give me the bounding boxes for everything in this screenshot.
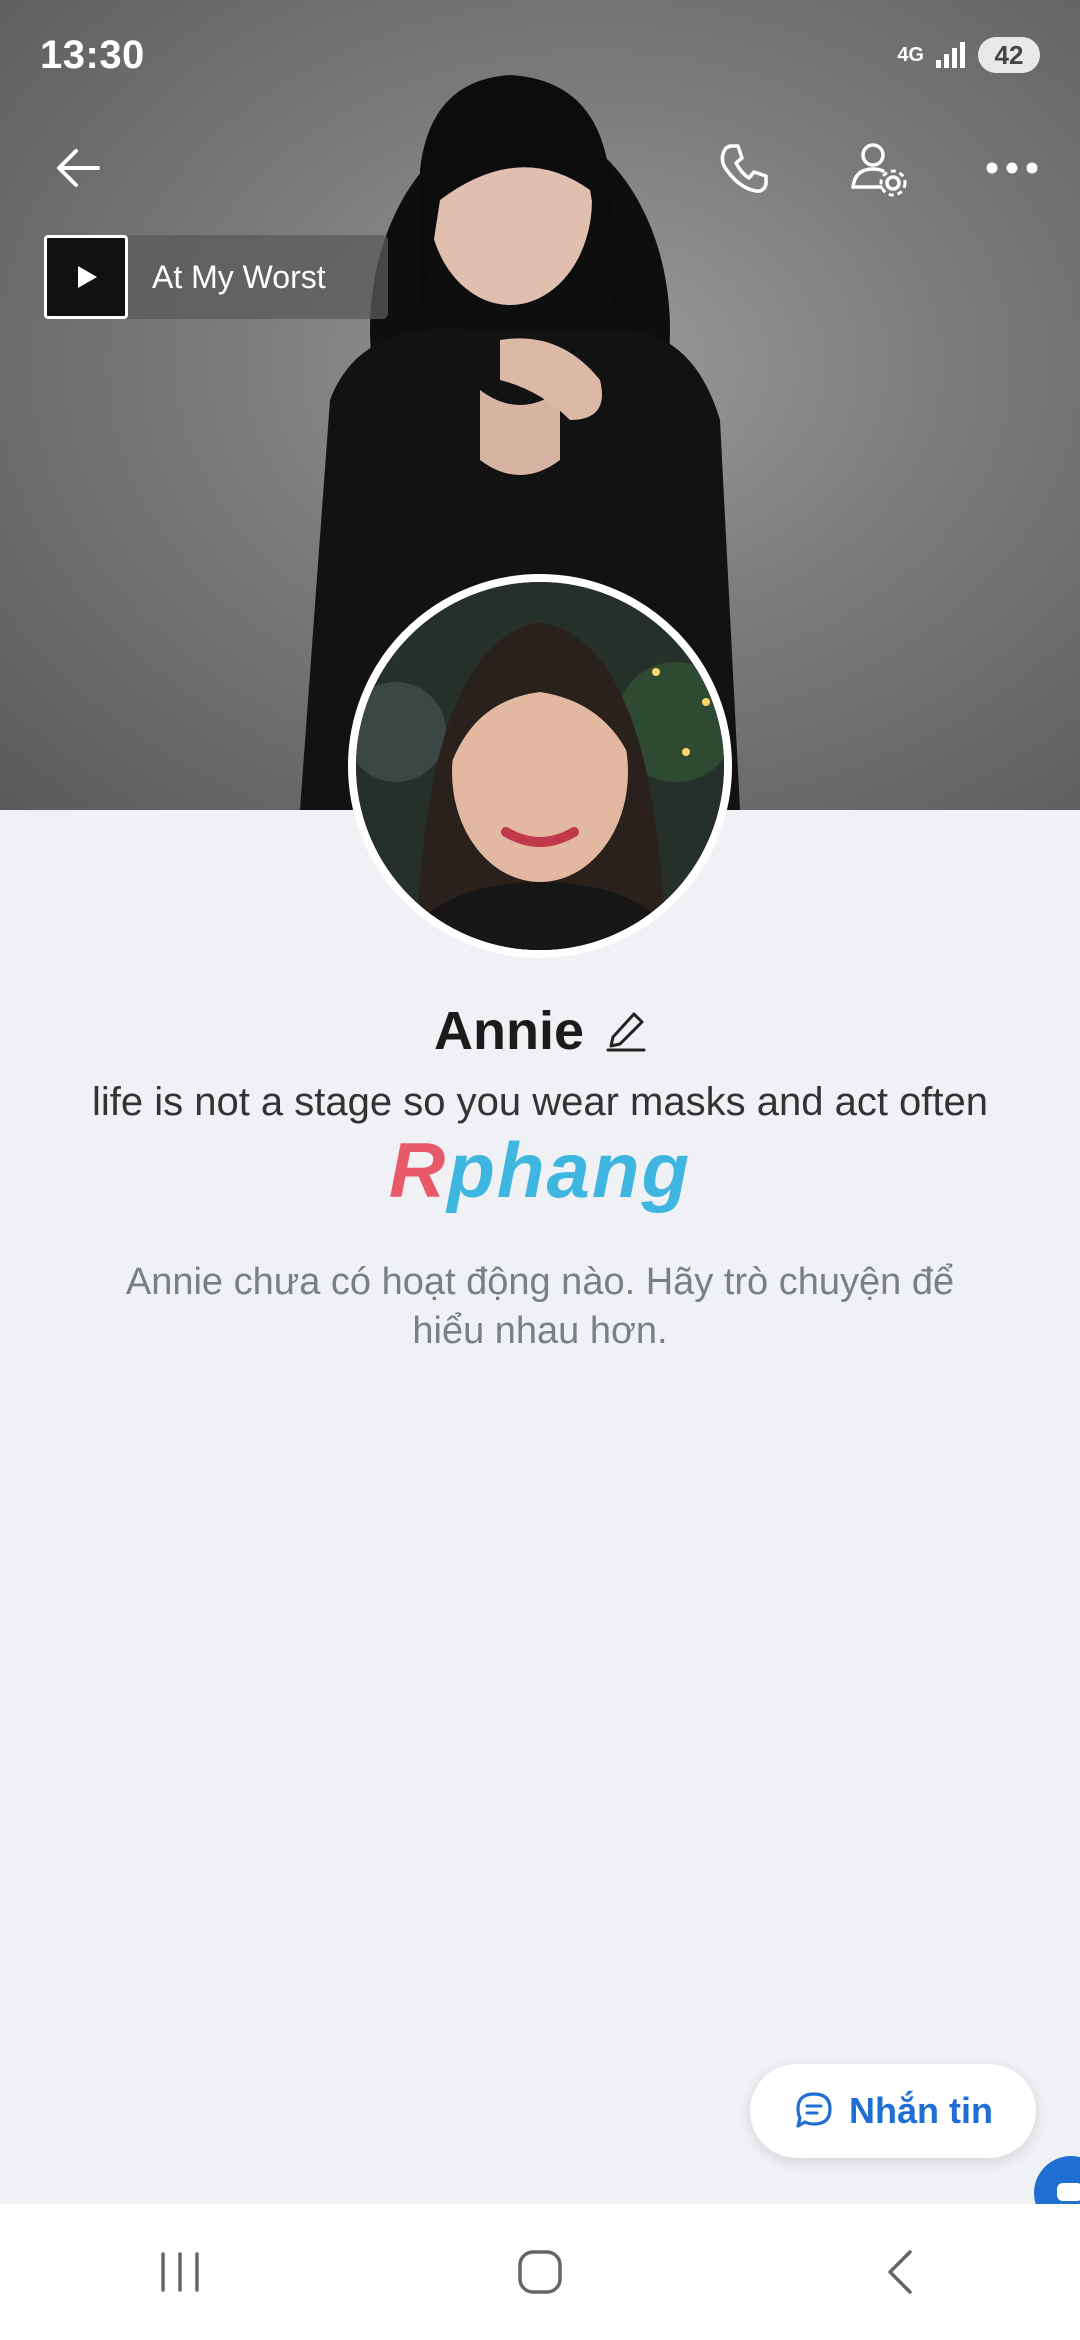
system-back-button[interactable]: [840, 2222, 960, 2322]
profile-name: Annie: [433, 1001, 584, 1061]
more-icon: [986, 162, 1038, 174]
music-title: At My Worst: [152, 258, 326, 295]
battery-indicator: 42: [978, 37, 1040, 73]
system-nav-bar: [0, 2204, 1080, 2340]
recent-apps-button[interactable]: [120, 2222, 240, 2322]
message-button-label: Nhắn tin: [849, 2090, 993, 2131]
chat-bubble-icon: [796, 2092, 832, 2128]
phone-icon: [720, 144, 768, 193]
back-button[interactable]: [30, 120, 126, 216]
call-button[interactable]: [696, 120, 792, 216]
status-time: 13:30: [40, 32, 145, 77]
profile-music-chip[interactable]: At My Worst: [44, 235, 388, 319]
user-settings-icon: [851, 143, 907, 197]
profile-name-row: Annie: [0, 1000, 1080, 1062]
avatar-image: [356, 582, 724, 950]
status-indicators: 4G 42: [897, 37, 1040, 73]
more-options-button[interactable]: [964, 120, 1060, 216]
profile-bio: life is not a stage so you wear masks an…: [91, 1080, 989, 1124]
profile-header: [0, 120, 1080, 220]
message-button[interactable]: Nhắn tin: [750, 2064, 1036, 2158]
signal-icon: [936, 42, 965, 68]
recent-apps-icon: [161, 2252, 199, 2292]
home-icon: [518, 2250, 562, 2294]
avatar[interactable]: [348, 574, 732, 958]
watermark-left: R: [388, 1126, 448, 1214]
edit-pencil-icon[interactable]: [606, 1010, 646, 1052]
empty-activity-text: Annie chưa có hoạt động nào. Hãy trò chu…: [125, 1261, 955, 1353]
user-settings-button[interactable]: [830, 120, 926, 216]
home-button[interactable]: [480, 2222, 600, 2322]
watermark-logo: Rphang: [0, 1125, 1080, 1216]
back-arrow-icon: [57, 149, 100, 187]
music-cover-thumbnail: [44, 235, 128, 319]
play-icon: [78, 266, 97, 288]
system-back-icon: [888, 2250, 912, 2294]
status-bar: 13:30 4G 42: [0, 0, 1080, 110]
watermark-right: phang: [447, 1126, 692, 1214]
network-type: 4G: [897, 44, 924, 66]
